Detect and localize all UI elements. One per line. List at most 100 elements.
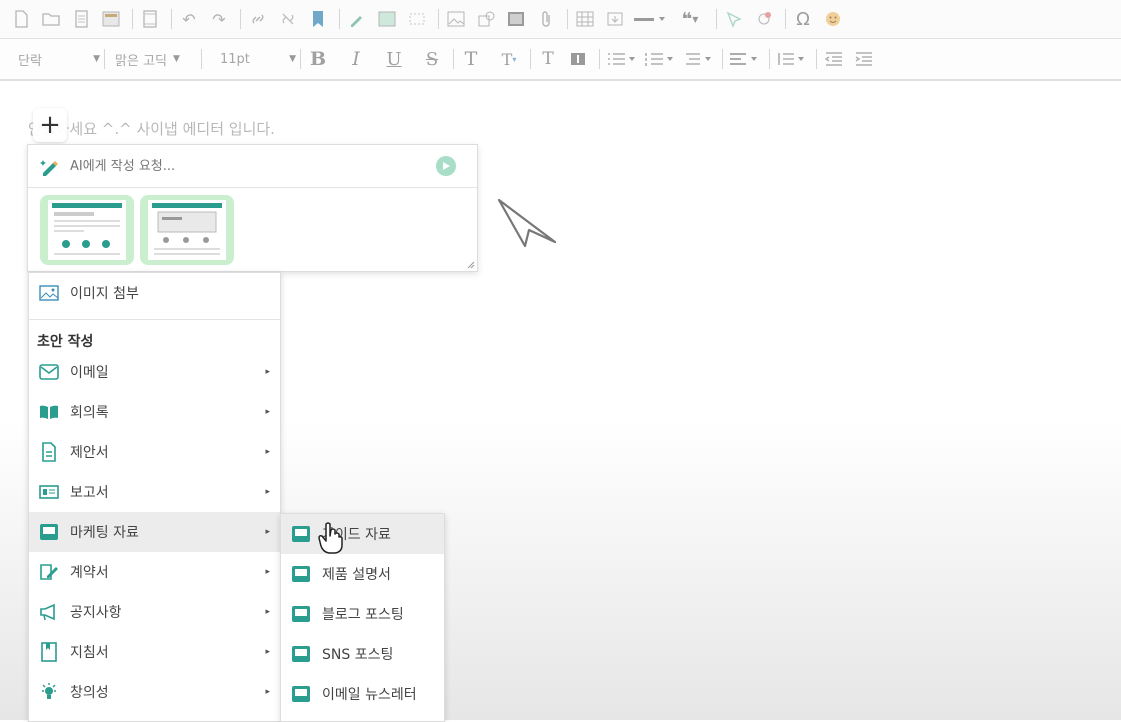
proposal-doc-icon	[38, 441, 60, 463]
submenu-item-product-manual[interactable]: 제품 설명서	[281, 554, 444, 594]
add-block-button[interactable]: +	[33, 108, 67, 142]
menu-item-label: 보고서	[70, 485, 109, 501]
marketing-submenu: 가이드 자료 제품 설명서 블로그 포스팅 SNS 포스팅 이메일 뉴스레터	[280, 513, 445, 722]
tag-icon[interactable]	[721, 6, 747, 32]
menu-item-label: 지침서	[70, 645, 109, 661]
chevron-down-icon: ▼	[289, 54, 296, 64]
unlink-icon[interactable]	[275, 6, 301, 32]
paragraph-style-value: 단락	[18, 53, 42, 69]
quote-icon[interactable]: ❝ ▼	[672, 6, 708, 32]
font-family-select[interactable]: 맑은 고딕 ▼	[115, 50, 197, 69]
contract-sign-icon	[38, 561, 60, 583]
omega-icon[interactable]: Ω	[790, 6, 816, 32]
menu-item-marketing[interactable]: 마케팅 자료 ▸	[29, 512, 280, 552]
menu-item-guide[interactable]: 지침서 ▸	[29, 632, 280, 672]
numbered-list-icon[interactable]	[642, 46, 676, 72]
submenu-item-label: 이메일 뉴스레터	[322, 687, 417, 703]
ai-request-panel	[27, 144, 478, 272]
redo-icon[interactable]: ↷	[206, 6, 232, 32]
open-folder-icon[interactable]	[38, 6, 64, 32]
template-icon[interactable]	[98, 6, 124, 32]
toolbar-separator	[722, 49, 723, 69]
menu-item-label: 마케팅 자료	[70, 525, 139, 541]
ai-write-icon[interactable]	[344, 6, 370, 32]
insert-menu: 이미지 첨부 초안 작성 이메일 ▸ 회의록 ▸ 제안서 ▸ 보고서 ▸ 마케팅…	[28, 272, 281, 722]
template-thumbnail[interactable]	[40, 195, 134, 265]
megaphone-icon	[38, 601, 60, 623]
embed-icon[interactable]	[602, 6, 628, 32]
special-char-icon[interactable]	[751, 6, 777, 32]
send-icon[interactable]	[436, 156, 456, 176]
crop-icon[interactable]	[404, 6, 430, 32]
paragraph-style-select[interactable]: 단락 ▼	[18, 50, 100, 69]
line-height-icon[interactable]	[774, 46, 808, 72]
menu-item-label: 이메일	[70, 365, 109, 381]
document-icon[interactable]	[68, 6, 94, 32]
menu-item-minutes[interactable]: 회의록 ▸	[29, 392, 280, 432]
font-size-value: 11pt	[220, 51, 250, 67]
resize-handle-icon[interactable]	[467, 261, 475, 269]
ai-request-input[interactable]	[68, 157, 432, 175]
underline-icon[interactable]: U	[381, 46, 407, 72]
draft-section-title: 초안 작성	[37, 334, 94, 350]
menu-item-notice[interactable]: 공지사항 ▸	[29, 592, 280, 632]
toolbar-separator	[104, 49, 105, 69]
align-icon[interactable]	[727, 46, 761, 72]
submenu-item-label: 블로그 포스팅	[322, 607, 404, 623]
toolbar-separator	[530, 49, 531, 69]
marketing-icon	[290, 563, 312, 585]
menu-item-creativity[interactable]: 창의성 ▸	[29, 672, 280, 712]
submenu-arrow-icon: ▸	[265, 367, 270, 377]
menu-item-contract[interactable]: 계약서 ▸	[29, 552, 280, 592]
submenu-item-sns-post[interactable]: SNS 포스팅	[281, 634, 444, 674]
horizontal-rule-icon[interactable]	[632, 6, 668, 32]
link-icon[interactable]	[245, 6, 271, 32]
bookmark-icon[interactable]	[305, 6, 331, 32]
menu-item-report[interactable]: 보고서 ▸	[29, 472, 280, 512]
emoji-icon[interactable]	[820, 6, 846, 32]
checklist-icon[interactable]	[680, 46, 714, 72]
highlight-icon[interactable]	[565, 46, 591, 72]
template-thumbnail[interactable]	[140, 195, 234, 265]
marketing-icon	[38, 521, 60, 543]
image-insert-icon[interactable]	[374, 6, 400, 32]
toolbar-separator	[816, 49, 817, 69]
page-layout-icon[interactable]	[137, 6, 163, 32]
toolbar-separator	[716, 9, 717, 29]
main-toolbar: ↶ ↷ ❝ ▼ Ω	[0, 0, 1121, 39]
mail-icon	[38, 361, 60, 383]
strikethrough-icon[interactable]: S	[419, 46, 445, 72]
menu-item-label: 회의록	[70, 405, 109, 421]
clear-format-icon[interactable]: T	[535, 46, 561, 72]
toolbar-separator	[567, 9, 568, 29]
submenu-arrow-icon: ▸	[265, 647, 270, 657]
new-document-icon[interactable]	[8, 6, 34, 32]
attach-image-item[interactable]: 이미지 첨부	[29, 273, 280, 313]
submenu-item-blog-post[interactable]: 블로그 포스팅	[281, 594, 444, 634]
video-icon[interactable]	[503, 6, 529, 32]
indent-icon[interactable]	[851, 46, 877, 72]
table-icon[interactable]	[572, 6, 598, 32]
attachment-icon[interactable]	[533, 6, 559, 32]
menu-item-proposal[interactable]: 제안서 ▸	[29, 432, 280, 472]
undo-icon[interactable]: ↶	[176, 6, 202, 32]
submenu-arrow-icon: ▸	[265, 567, 270, 577]
bold-icon[interactable]: B	[305, 46, 331, 72]
submenu-arrow-icon: ▸	[265, 607, 270, 617]
subscript-icon[interactable]: T ▾	[496, 46, 522, 72]
superscript-icon[interactable]: T	[458, 46, 484, 72]
ai-input-row	[28, 145, 477, 188]
marketing-icon	[290, 643, 312, 665]
toolbar-separator	[339, 9, 340, 29]
shapes-icon[interactable]	[473, 6, 499, 32]
submenu-item-guide-material[interactable]: 가이드 자료	[281, 514, 444, 554]
marketing-icon	[290, 683, 312, 705]
bullet-list-icon[interactable]	[604, 46, 638, 72]
picture-icon[interactable]	[443, 6, 469, 32]
outdent-icon[interactable]	[821, 46, 847, 72]
font-family-value: 맑은 고딕	[115, 53, 167, 69]
menu-item-email[interactable]: 이메일 ▸	[29, 352, 280, 392]
submenu-item-email-newsletter[interactable]: 이메일 뉴스레터	[281, 674, 444, 714]
font-size-select[interactable]: 11pt ▼	[220, 52, 296, 67]
italic-icon[interactable]: I	[343, 46, 369, 72]
